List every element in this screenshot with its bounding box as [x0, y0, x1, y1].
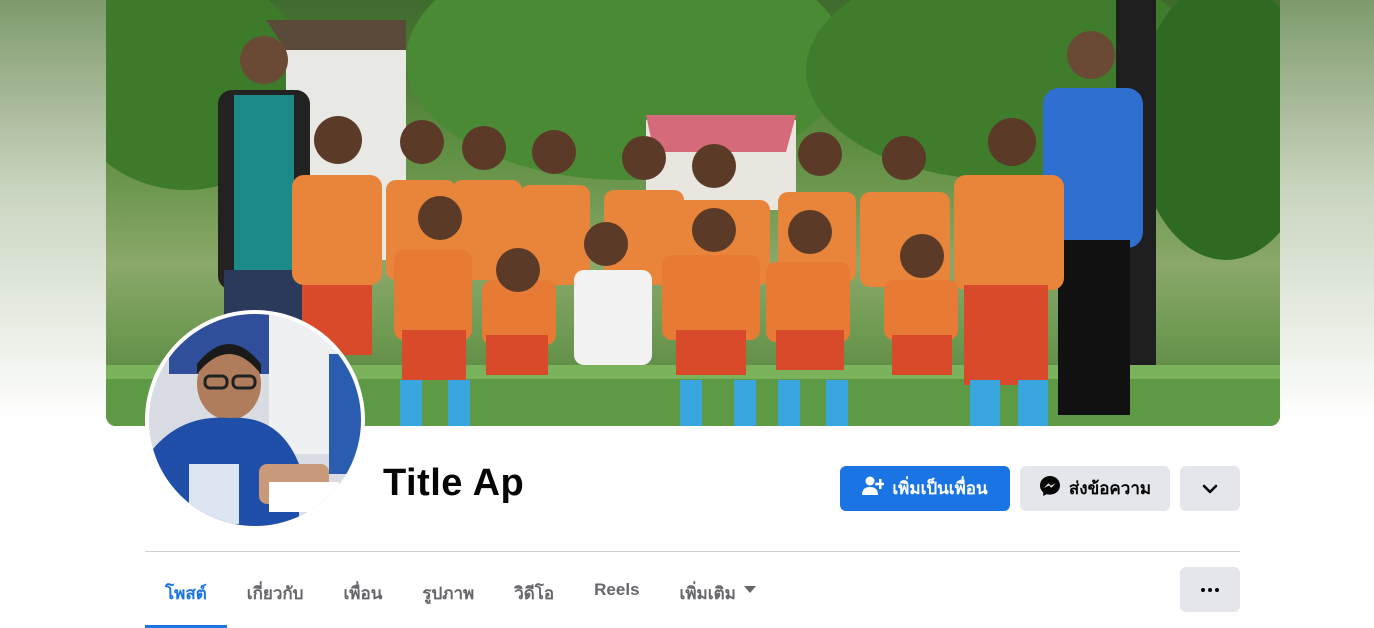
messenger-icon [1039, 475, 1061, 502]
tab-photos[interactable]: รูปภาพ [402, 566, 494, 614]
tab-label: รูปภาพ [422, 584, 475, 603]
profile-picture-image [149, 314, 361, 526]
ellipsis-icon [1201, 587, 1205, 592]
tab-more[interactable]: เพิ่มเติม [660, 566, 776, 614]
caret-down-icon [743, 586, 756, 593]
tab-label: เพื่อน [343, 584, 383, 603]
tab-friends[interactable]: เพื่อน [323, 566, 402, 614]
tab-reels[interactable]: Reels [574, 566, 659, 614]
add-friend-label: เพิ่มเป็นเพื่อน [892, 479, 988, 498]
profile-name: Title Ap [383, 462, 525, 504]
tab-posts[interactable]: โพสต์ [145, 566, 227, 628]
tab-label: เกี่ยวกับ [246, 584, 304, 603]
profile-tabs: โพสต์ เกี่ยวกับ เพื่อน รูปภาพ วิดีโอ Ree… [145, 566, 776, 628]
tab-about[interactable]: เกี่ยวกับ [227, 566, 324, 614]
header-divider [145, 551, 1240, 552]
expand-profile-actions-button[interactable] [1180, 466, 1240, 511]
ellipsis-dot [1215, 587, 1219, 592]
tab-label: Reels [594, 580, 640, 599]
profile-picture-frame[interactable] [145, 310, 365, 530]
profile-picture[interactable] [149, 314, 361, 526]
message-button[interactable]: ส่งข้อความ [1020, 466, 1170, 511]
tab-videos[interactable]: วิดีโอ [494, 566, 574, 614]
ellipsis-dot [1208, 587, 1212, 592]
person-plus-icon [862, 476, 886, 501]
profile-menu-button[interactable] [1180, 567, 1240, 612]
message-label: ส่งข้อความ [1068, 479, 1152, 498]
tab-label: วิดีโอ [514, 584, 555, 603]
tab-label: เพิ่มเติม [679, 584, 736, 603]
chevron-down-icon [1202, 479, 1218, 499]
tab-label: โพสต์ [165, 584, 207, 603]
add-friend-button[interactable]: เพิ่มเป็นเพื่อน [840, 466, 1010, 511]
